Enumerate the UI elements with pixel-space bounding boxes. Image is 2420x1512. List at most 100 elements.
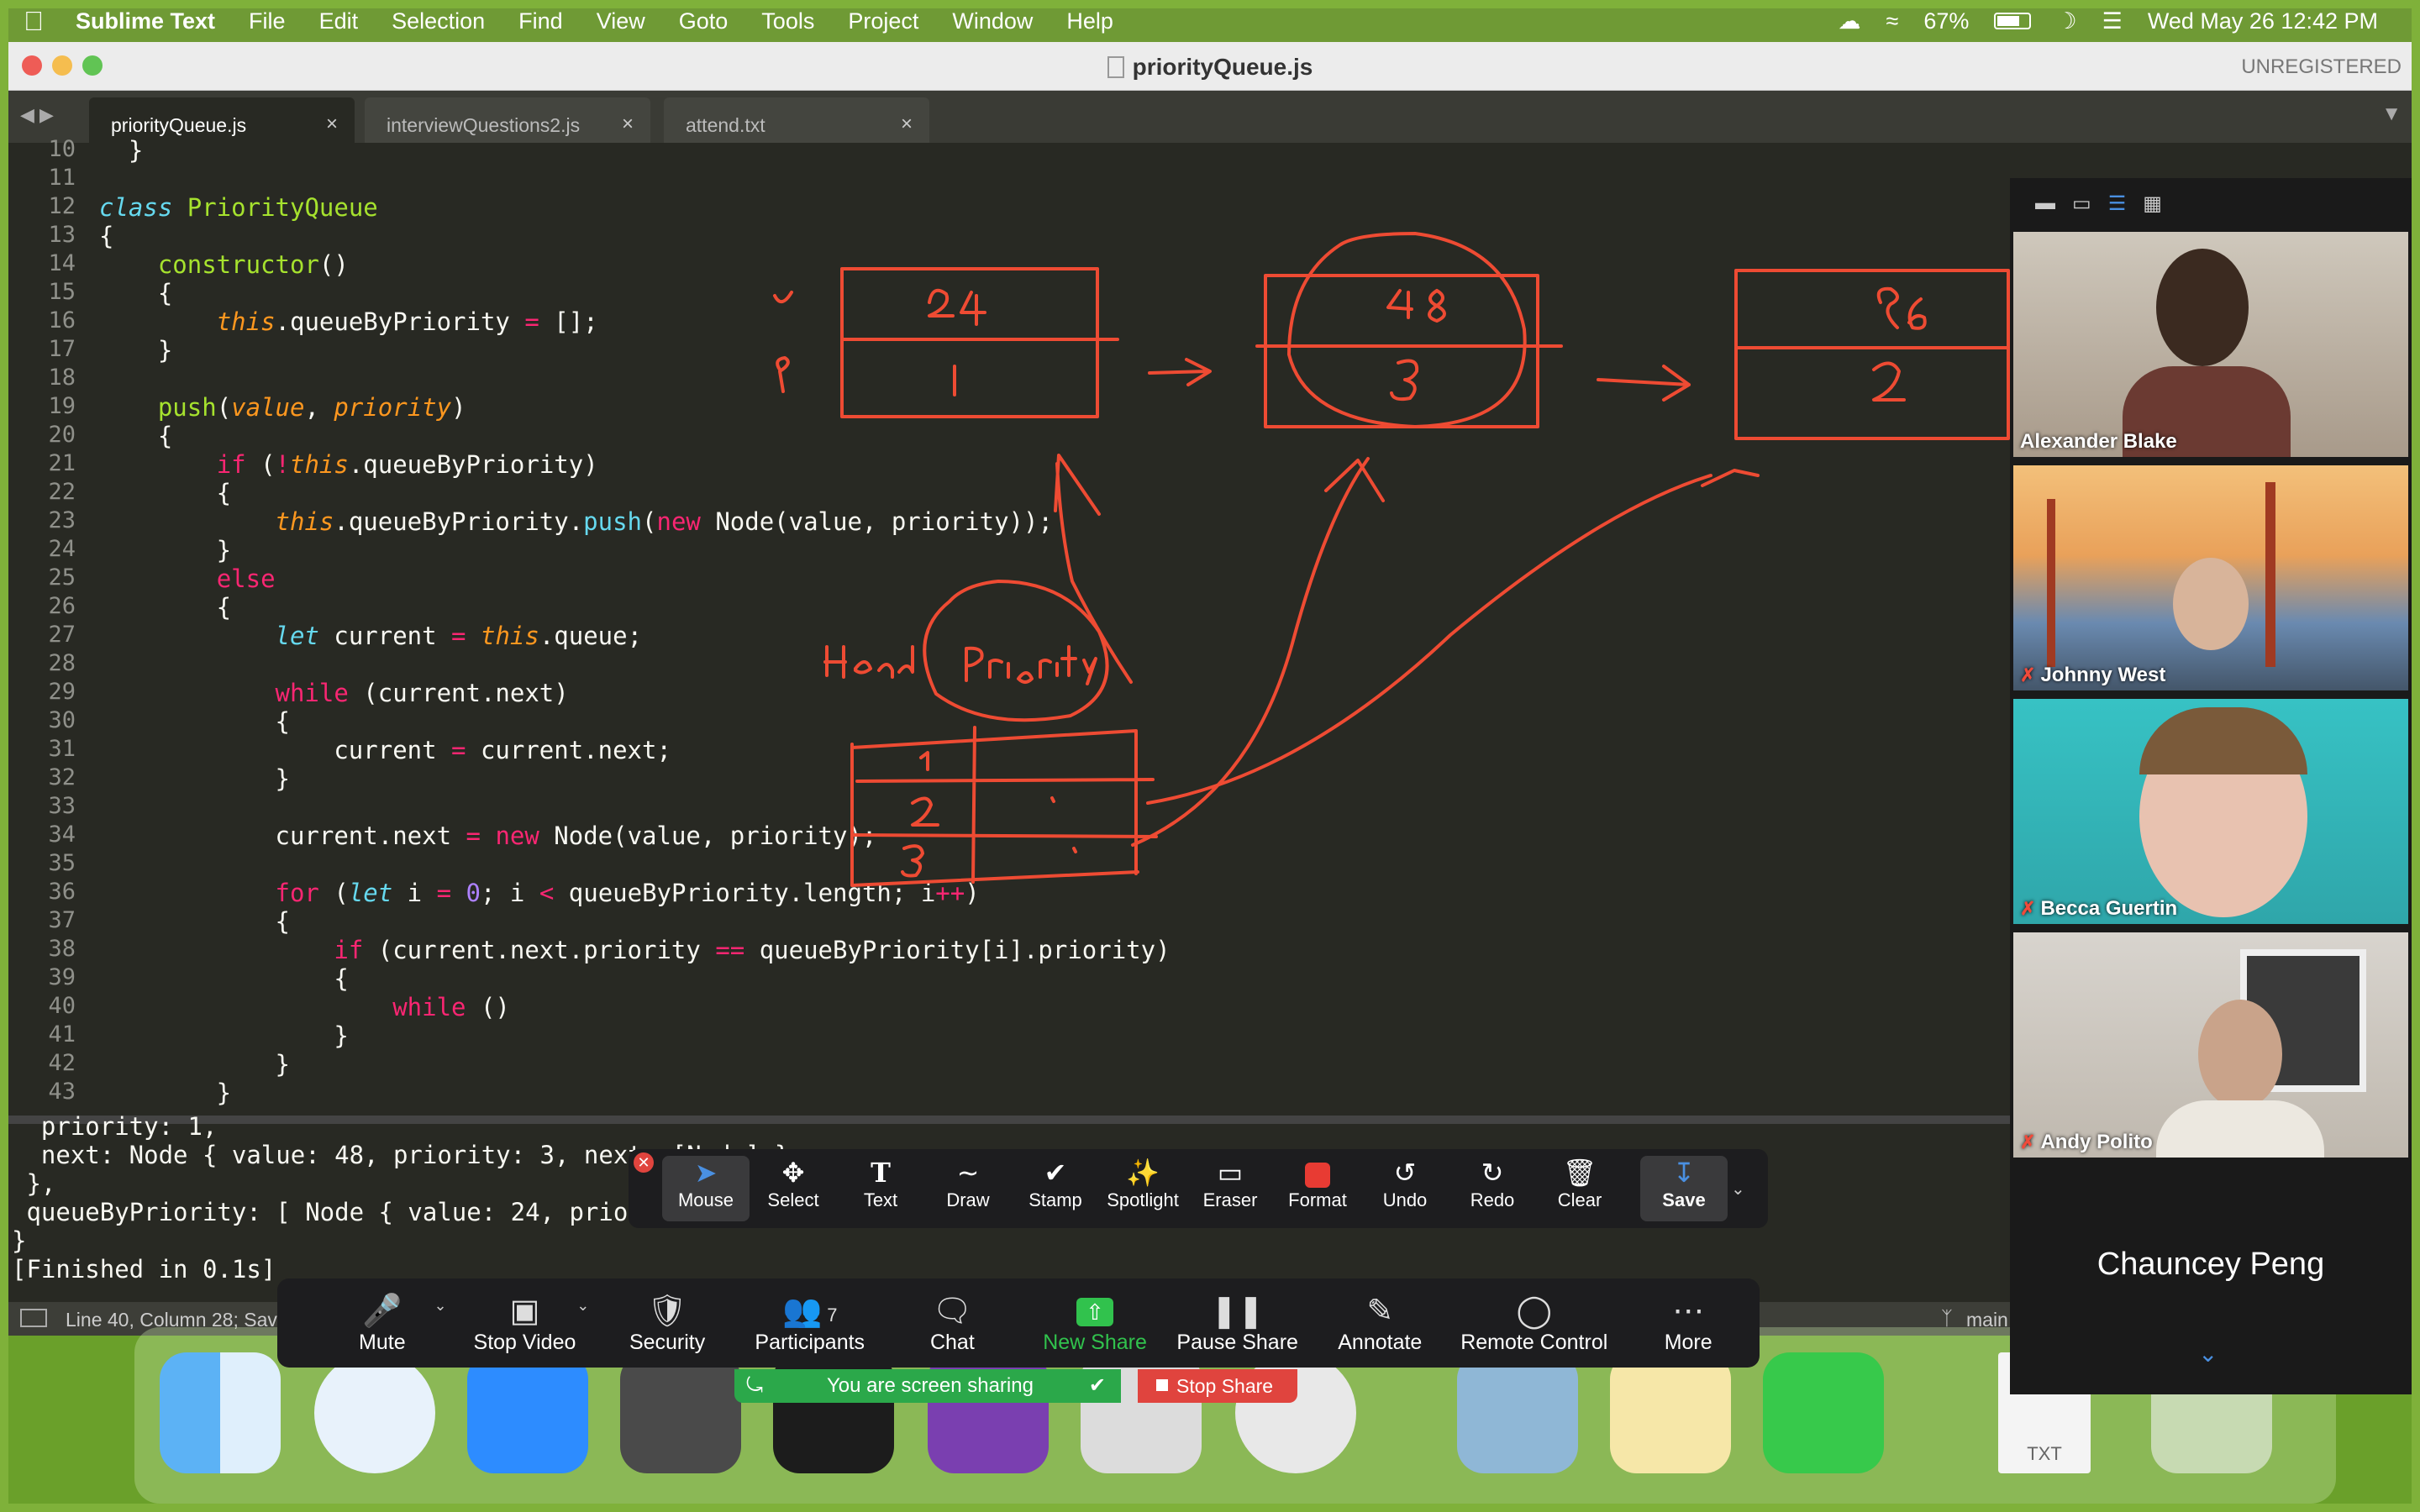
participant-hair [2139, 707, 2307, 774]
stop-video-button[interactable]: ▣ Stop Video ⌄ [454, 1292, 597, 1355]
tool-spotlight[interactable]: ✨ Spotlight [1099, 1156, 1186, 1221]
new-share-button[interactable]: ⇧ New Share [1023, 1292, 1166, 1355]
menu-file[interactable]: File [232, 8, 302, 34]
menu-help[interactable]: Help [1050, 8, 1130, 34]
wifi-icon[interactable]: ≈ [1886, 8, 1899, 34]
moon-icon[interactable]: ☽ [2056, 8, 2076, 34]
nav-arrows-icon[interactable]: ◀ ▶ [20, 104, 54, 126]
more-button[interactable]: ⋯ More [1617, 1292, 1760, 1355]
expand-gallery-icon[interactable]: ⌄ [2198, 1340, 2217, 1368]
menu-edit[interactable]: Edit [302, 8, 376, 34]
menu-find[interactable]: Find [502, 8, 580, 34]
menu-goto[interactable]: Goto [662, 8, 745, 34]
tool-undo[interactable]: ↺ Undo [1361, 1156, 1449, 1221]
tool-draw[interactable]: ∼ Draw [924, 1156, 1012, 1221]
zoom-app-icon[interactable] [467, 1352, 588, 1473]
pause-share-button[interactable]: ❚❚ Pause Share [1166, 1292, 1309, 1355]
tab-interviewquestions2[interactable]: interviewQuestions2.js × [365, 97, 650, 143]
code-line: let current = this.queue; [275, 622, 643, 650]
stop-icon [1156, 1379, 1168, 1391]
tool-text[interactable]: T Text [837, 1156, 924, 1221]
code-line: } [99, 536, 232, 564]
line-number: 22 [48, 479, 76, 505]
video-tile[interactable]: Alexander Blake [2013, 232, 2408, 457]
code-line: current = current.next; [99, 736, 671, 764]
tool-eraser[interactable]: ▭ Eraser [1186, 1156, 1274, 1221]
control-center-icon[interactable]: ☰ [2102, 8, 2123, 34]
strip-view-icon[interactable]: ☰ [2108, 192, 2127, 216]
format-icon [1274, 1156, 1361, 1189]
tool-label: Select [767, 1189, 819, 1210]
code-line: { [99, 222, 114, 250]
remote-control-button[interactable]: ◯ Remote Control [1451, 1292, 1617, 1355]
cloud-icon[interactable]: ☁ [1839, 8, 1861, 34]
tool-format[interactable]: Format [1274, 1156, 1361, 1221]
chat-button[interactable]: 🗨 Chat [881, 1292, 1024, 1355]
menu-view[interactable]: View [580, 8, 662, 34]
finder-icon[interactable] [160, 1352, 281, 1473]
spotlight-icon: ✨ [1126, 1158, 1160, 1188]
bridge-tower [2265, 482, 2275, 667]
safari-icon[interactable] [314, 1352, 435, 1473]
video-tile[interactable]: ✗ Andy Polito [2013, 932, 2408, 1158]
video-camera-icon: ▣ [509, 1293, 540, 1329]
speaker-tile[interactable]: Chauncey Peng ⌄ [2013, 1166, 2408, 1376]
mute-button[interactable]: 🎤 Mute ⌄ [311, 1292, 454, 1355]
battery-icon[interactable] [1994, 13, 2032, 29]
preview-icon[interactable] [1457, 1352, 1578, 1473]
messages-icon[interactable] [1763, 1352, 1884, 1473]
tab-dropdown-icon[interactable]: ▼ [2381, 102, 2402, 126]
code-line: constructor() [157, 250, 349, 279]
clock[interactable]: Wed May 26 12:42 PM [2148, 8, 2378, 34]
tool-save[interactable]: ↧ Save [1640, 1156, 1728, 1221]
tool-label: Draw [946, 1189, 990, 1210]
tool-redo[interactable]: ↻ Redo [1449, 1156, 1536, 1221]
tab-close-icon[interactable]: × [622, 113, 634, 136]
code-line: class PriorityQueue [99, 193, 378, 222]
stop-share-button[interactable]: Stop Share [1138, 1369, 1297, 1403]
close-annotate-icon[interactable]: ✕ [634, 1152, 654, 1173]
tool-mouse[interactable]: ➤ Mouse [662, 1156, 750, 1221]
video-tile[interactable]: ✗ Becca Guertin [2013, 699, 2408, 924]
save-dropdown-icon[interactable]: ⌄ [1731, 1179, 1745, 1200]
apple-icon[interactable]:  [8, 6, 59, 37]
menu-project[interactable]: Project [831, 8, 935, 34]
redo-icon: ↻ [1481, 1158, 1504, 1188]
menu-window[interactable]: Window [935, 8, 1050, 34]
notes-icon[interactable] [1610, 1352, 1731, 1473]
line-number: 15 [48, 279, 76, 305]
tool-label: Text [863, 1189, 898, 1210]
menu-tools[interactable]: Tools [744, 8, 831, 34]
mute-options-icon[interactable]: ⌄ [434, 1297, 447, 1315]
tool-stamp[interactable]: ✔ Stamp [1012, 1156, 1099, 1221]
line-number: 12 [48, 193, 76, 219]
line-number: 27 [48, 622, 76, 648]
tool-label: Stamp [1028, 1189, 1082, 1210]
tool-select[interactable]: ✥ Select [750, 1156, 837, 1221]
video-options-icon[interactable]: ⌄ [576, 1297, 589, 1315]
tab-attend[interactable]: attend.txt × [664, 97, 929, 143]
grid-view-icon[interactable]: ▦ [2143, 192, 2162, 216]
video-tile[interactable]: ✗ Johnny West [2013, 465, 2408, 690]
minimize-gallery-icon[interactable]: ▬ [2035, 192, 2055, 215]
video-gallery: ▬ ▭ ☰ ▦ Alexander Blake ✗ Johnny West ✗ Be… [2010, 178, 2412, 1394]
sublime-text-icon[interactable] [620, 1352, 741, 1473]
tool-clear[interactable]: 🗑 Clear [1536, 1156, 1623, 1221]
line-number: 42 [48, 1050, 76, 1076]
annotate-button[interactable]: ✎ Annotate [1308, 1292, 1451, 1355]
security-button[interactable]: 🛡 Security [596, 1292, 739, 1355]
line-number: 34 [48, 822, 76, 848]
title-bar: priorityQueue.js UNREGISTERED [8, 42, 2412, 91]
code-editor[interactable]: 10 11 12 13 14 15 16 17 18 19 20 21 22 2… [8, 136, 2008, 1159]
tab-close-icon[interactable]: × [901, 113, 913, 136]
participants-button[interactable]: 👥 7 Participants [739, 1292, 881, 1355]
more-icon: ⋯ [1672, 1293, 1705, 1329]
panel-toggle-icon[interactable] [20, 1309, 47, 1327]
menu-app[interactable]: Sublime Text [59, 8, 232, 34]
speaker-view-icon[interactable]: ▭ [2072, 192, 2091, 216]
menu-selection[interactable]: Selection [375, 8, 502, 34]
participant-name: ✗ Becca Guertin [2020, 897, 2178, 920]
line-number: 35 [48, 850, 76, 876]
pause-icon: ❚❚ [1210, 1293, 1265, 1329]
tab-close-icon[interactable]: × [326, 113, 338, 136]
